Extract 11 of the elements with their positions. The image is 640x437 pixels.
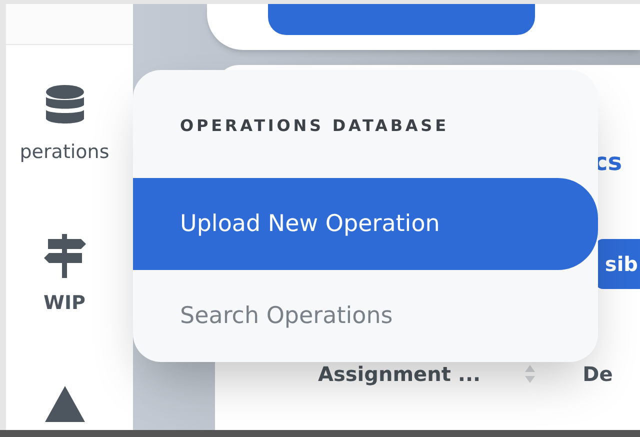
- column-header[interactable]: De: [582, 359, 613, 389]
- sidebar-item[interactable]: [44, 386, 84, 422]
- sidebar-item[interactable]: perations: [20, 85, 110, 165]
- menu-item[interactable]: Upload New Operation: [133, 178, 598, 270]
- column-header[interactable]: Assignment ...: [318, 359, 481, 389]
- sort-icon[interactable]: [524, 365, 535, 383]
- top-button[interactable]: [268, 4, 535, 35]
- signpost-icon: [44, 234, 86, 278]
- warning-icon: [44, 386, 84, 422]
- menu-header: OPERATIONS DATABASE: [180, 116, 449, 135]
- sidebar-item[interactable]: WIP: [44, 234, 86, 316]
